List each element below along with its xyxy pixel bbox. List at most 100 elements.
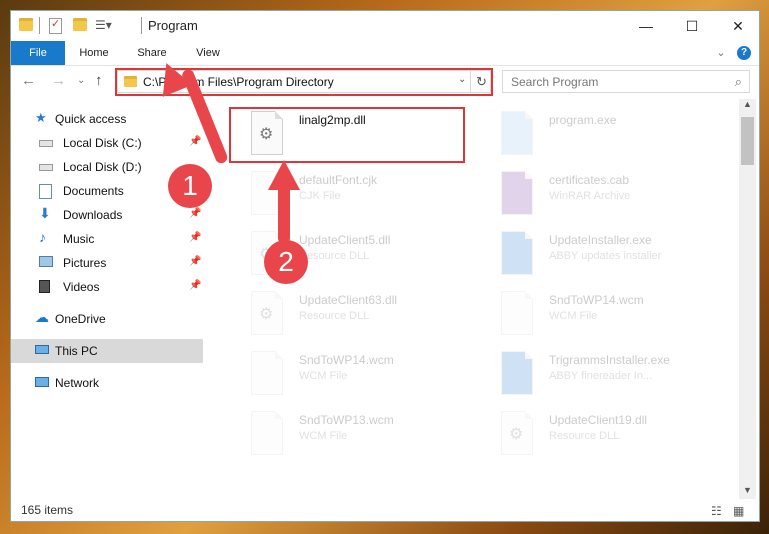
file-item[interactable]: SndToWP14.wcm WCM File: [479, 285, 715, 345]
up-button[interactable]: ↑: [95, 72, 103, 89]
properties-icon[interactable]: ✓: [49, 18, 62, 34]
ribbon: File Home Share View ⌄ ?: [11, 41, 759, 66]
sidebar-item-quick-access[interactable]: ★ Quick access: [11, 107, 203, 131]
title-bar: ✓ ☰▾ Program — ☐ ✕: [11, 11, 759, 41]
sidebar-item-onedrive[interactable]: ☁ OneDrive: [11, 307, 203, 331]
file-type: CJK File: [299, 190, 341, 202]
installer-icon: [501, 231, 533, 275]
sidebar-item-downloads[interactable]: ⬇ Downloads 📌: [11, 203, 203, 227]
file-type: ABBY finereader In...: [549, 370, 653, 382]
music-icon: ♪: [39, 229, 46, 245]
file-item[interactable]: program.exe: [479, 105, 715, 165]
file-icon: [501, 291, 533, 335]
sidebar-item-label: Network: [55, 376, 100, 390]
sidebar-item-label: Music: [63, 232, 95, 246]
address-row: ← → ⌄ ↑ C:\Program Files\Program Directo…: [11, 66, 759, 98]
sidebar-item-music[interactable]: ♪ Music 📌: [11, 227, 203, 251]
sidebar-item-label: Quick access: [55, 112, 127, 126]
network-icon: [35, 377, 49, 387]
divider: [39, 17, 40, 34]
file-icon: [251, 411, 283, 455]
file-name: SndToWP14.wcm: [549, 293, 644, 307]
file-type: WCM File: [299, 430, 348, 442]
scroll-down-icon[interactable]: ▼: [743, 485, 752, 495]
file-name: TrigrammsInstaller.exe: [549, 353, 670, 367]
dll-icon: ⚙: [501, 411, 533, 455]
star-icon: ★: [35, 110, 47, 125]
new-folder-icon[interactable]: [73, 18, 87, 31]
file-item[interactable]: ⚙ UpdateClient63.dll Resource DLL: [229, 285, 465, 345]
large-icons-view-icon[interactable]: ▦: [733, 504, 744, 518]
sidebar-item-this-pc[interactable]: This PC: [11, 339, 203, 363]
back-button[interactable]: ←: [21, 72, 36, 89]
pin-icon[interactable]: 📌: [189, 256, 201, 267]
file-type: Resource DLL: [549, 430, 620, 442]
step-2-badge: 2: [264, 240, 308, 284]
file-name: defaultFont.cjk: [299, 173, 378, 187]
recent-locations-icon[interactable]: ⌄: [77, 75, 85, 86]
help-icon[interactable]: ?: [737, 46, 751, 60]
vertical-scrollbar[interactable]: ▲ ▼: [739, 99, 756, 499]
drive-icon: [39, 164, 53, 171]
videos-icon: [39, 280, 50, 293]
documents-icon: [39, 184, 52, 199]
file-type: Resource DLL: [299, 250, 370, 262]
exe-icon: [501, 111, 533, 155]
installer-icon: [501, 351, 533, 395]
file-icon: [251, 351, 283, 395]
forward-button[interactable]: →: [51, 72, 66, 89]
file-item[interactable]: SndToWP13.wcm WCM File: [229, 405, 465, 465]
search-placeholder: Search Program: [511, 75, 599, 89]
file-item[interactable]: certificates.cab WinRAR Archive: [479, 165, 715, 225]
scroll-up-icon[interactable]: ▲: [743, 99, 752, 109]
sidebar-item-label: Pictures: [63, 256, 107, 270]
pin-icon[interactable]: 📌: [189, 280, 201, 291]
close-button[interactable]: ✕: [715, 11, 759, 41]
tab-file[interactable]: File: [11, 41, 65, 65]
arrow-2-head: [268, 160, 300, 190]
search-icon: ⌕: [734, 74, 742, 89]
file-name: UpdateClient19.dll: [549, 413, 648, 427]
item-count: 165 items: [21, 503, 74, 517]
file-item[interactable]: defaultFont.cjk CJK File: [229, 165, 465, 225]
sidebar-item-local-disk-c[interactable]: Local Disk (C:) 📌: [11, 131, 203, 155]
pin-icon[interactable]: 📌: [189, 232, 201, 243]
scrollbar-thumb[interactable]: [741, 117, 754, 165]
sidebar-item-pictures[interactable]: Pictures 📌: [11, 251, 203, 275]
pin-icon[interactable]: 📌: [189, 208, 201, 219]
sidebar-item-videos[interactable]: Videos 📌: [11, 275, 203, 299]
sidebar-item-network[interactable]: Network: [11, 371, 203, 395]
minimize-button[interactable]: —: [623, 11, 669, 41]
customize-qat-icon[interactable]: ☰▾: [95, 18, 112, 32]
file-name: SndToWP14.wcm: [299, 353, 394, 367]
file-name: UpdateClient63.dll: [299, 293, 398, 307]
file-item[interactable]: UpdateInstaller.exe ABBY updates install…: [479, 225, 715, 285]
divider: [141, 17, 142, 34]
drive-icon: [39, 140, 53, 147]
file-item[interactable]: TrigrammsInstaller.exe ABBY finereader I…: [479, 345, 715, 405]
search-input[interactable]: Search Program ⌕: [502, 70, 750, 93]
cloud-icon: ☁: [35, 309, 49, 325]
file-type: Resource DLL: [299, 310, 370, 322]
file-name: UpdateClient5.dll: [299, 233, 391, 247]
sidebar-item-label: OneDrive: [55, 312, 106, 326]
file-type: WinRAR Archive: [549, 190, 631, 202]
navigation-pane: ★ Quick access Local Disk (C:) 📌 Local D…: [11, 99, 203, 499]
details-view-icon[interactable]: ☷: [711, 504, 722, 518]
computer-icon: [35, 345, 49, 354]
sidebar-item-label: Local Disk (D:): [63, 160, 142, 174]
pin-icon[interactable]: 📌: [189, 136, 201, 147]
tab-home[interactable]: Home: [73, 41, 115, 65]
window-title: Program: [148, 18, 198, 33]
file-name: program.exe: [549, 113, 617, 127]
step-1-badge: 1: [168, 164, 212, 208]
sidebar-item-label: Local Disk (C:): [63, 136, 142, 150]
status-bar: 165 items ☷ ▦: [11, 499, 759, 521]
sidebar-item-label: Downloads: [63, 208, 123, 222]
file-item[interactable]: ⚙ UpdateClient19.dll Resource DLL: [479, 405, 715, 465]
file-item[interactable]: SndToWP14.wcm WCM File: [229, 345, 465, 405]
maximize-button[interactable]: ☐: [669, 11, 715, 41]
ribbon-expand-icon[interactable]: ⌄: [713, 41, 729, 65]
tab-view[interactable]: View: [187, 41, 229, 65]
sidebar-item-label: Documents: [63, 184, 124, 198]
